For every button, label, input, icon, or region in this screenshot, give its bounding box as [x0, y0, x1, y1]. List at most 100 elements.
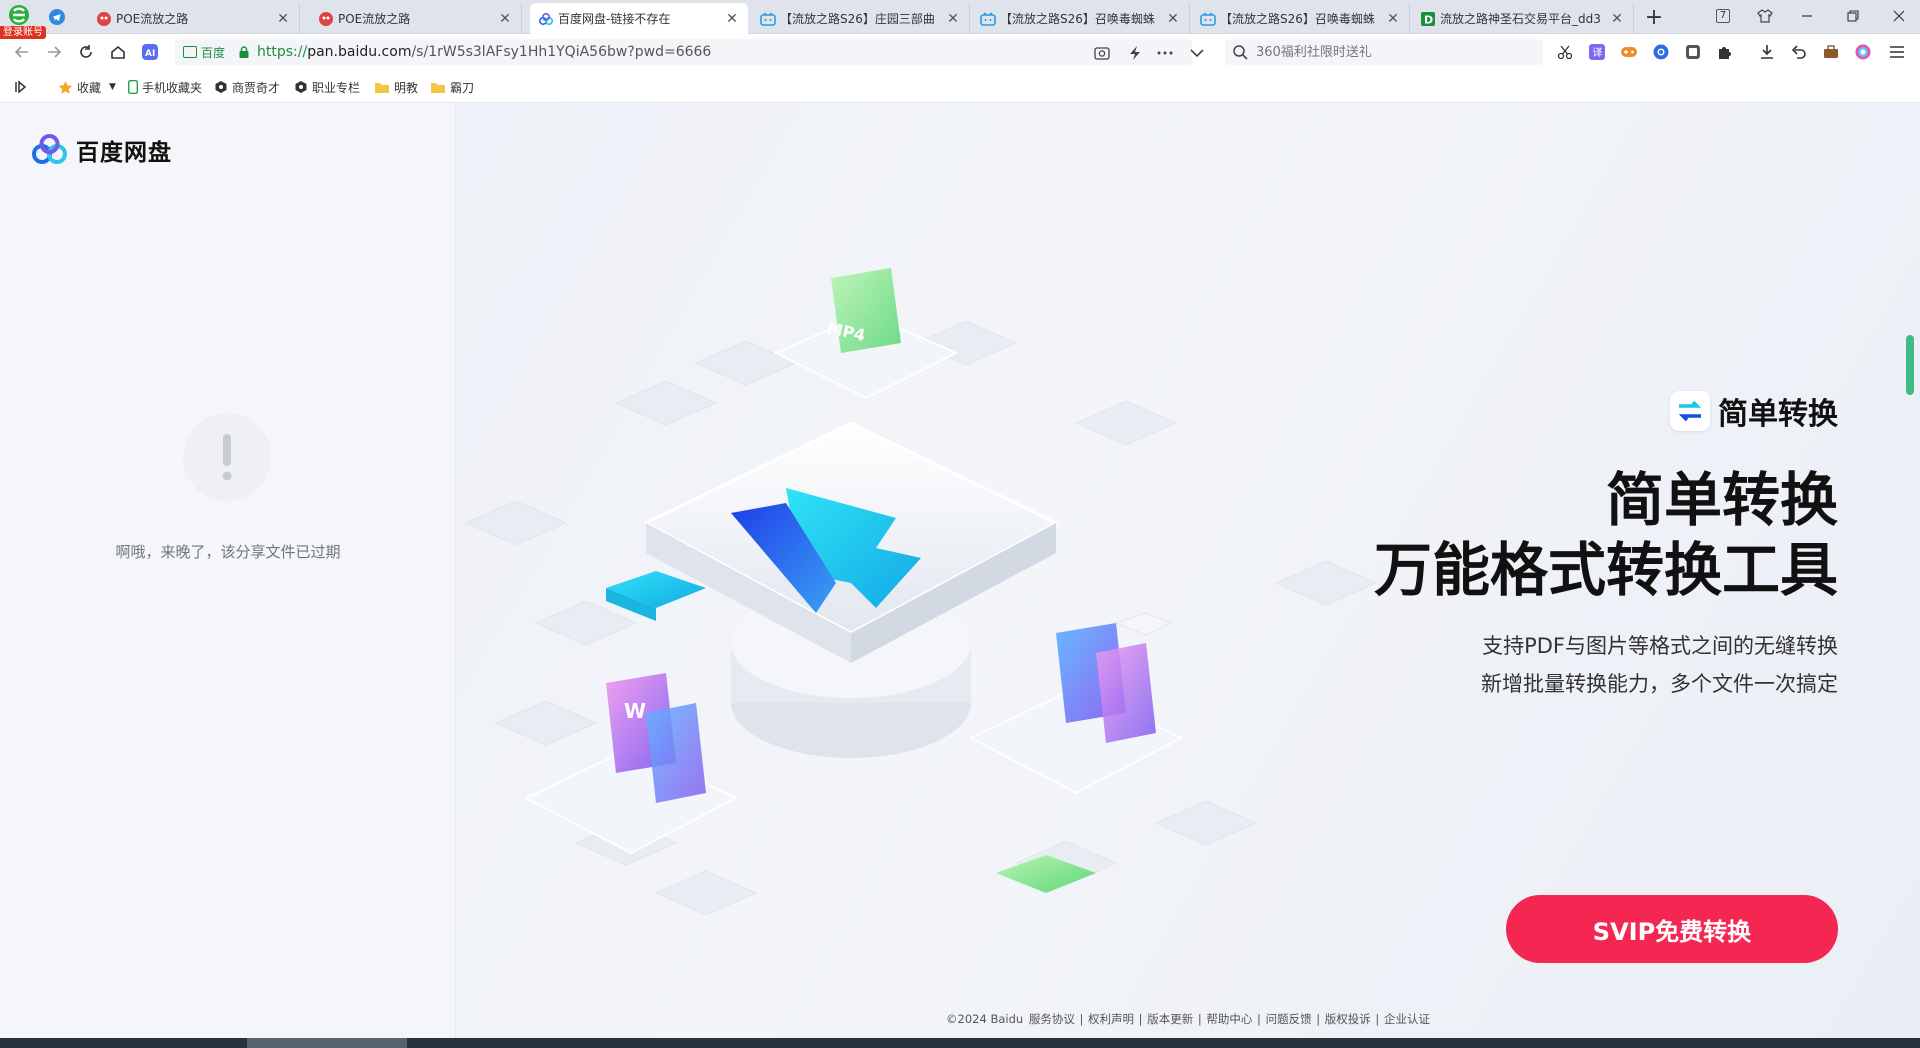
close-tab-icon[interactable]: ✕	[1165, 11, 1181, 27]
baidu-netdisk-logo-icon	[32, 134, 67, 164]
tab-title: POE流放之路	[116, 12, 189, 26]
tab-baidu-netdisk[interactable]: 百度网盘-链接不存在 ✕	[530, 3, 748, 34]
bookmarks-sidebar-toggle-icon[interactable]	[14, 78, 28, 96]
lock-icon[interactable]	[239, 46, 249, 58]
star-icon	[58, 80, 73, 95]
expired-message: 啊哦，来晚了，该分享文件已过期	[115, 543, 341, 561]
bookmark-label: 收藏	[77, 80, 102, 95]
close-tab-icon[interactable]: ✕	[945, 11, 961, 27]
promo-banner: MP4 W 简单转换 简单转换 万能格式转换工具 支持PDF与图片等格式之间的无…	[456, 103, 1920, 1038]
page-footer: ©2024 Baidu 服务协议 | 权利声明 | 版本更新 | 帮助中心 | …	[946, 1012, 1430, 1026]
headline-line-1: 简单转换	[1605, 466, 1838, 534]
hexagon-icon	[294, 80, 308, 94]
new-tab-button[interactable]: +	[1640, 4, 1668, 30]
logo-text: 百度网盘	[76, 140, 172, 166]
side-scroll-indicator[interactable]	[1906, 335, 1914, 395]
close-tab-icon[interactable]: ✕	[1609, 11, 1625, 27]
bookmark-mobile[interactable]: 手机收藏夹	[128, 78, 202, 96]
folder-icon	[374, 81, 390, 94]
certificate-icon	[183, 46, 197, 58]
tab-title: 【流放之路S26】庄园三部曲	[780, 12, 935, 26]
footer-link-rights[interactable]: 权利声明	[1088, 1012, 1134, 1026]
tab-bilibili-1[interactable]: 【流放之路S26】庄园三部曲 ✕	[752, 3, 970, 34]
close-tab-icon[interactable]: ✕	[724, 11, 740, 27]
footer-link-feedback[interactable]: 问题反馈	[1266, 1012, 1312, 1026]
close-window-button[interactable]	[1882, 2, 1916, 30]
close-tab-icon[interactable]: ✕	[275, 11, 291, 27]
certification-label: 百度	[201, 45, 226, 60]
site-certification-badge[interactable]: 百度	[183, 44, 225, 61]
minimize-button[interactable]	[1790, 2, 1824, 30]
promo-badge: 简单转换	[1670, 389, 1838, 433]
reload-button[interactable]	[76, 42, 96, 62]
address-bar[interactable]: 百度 https://pan.baidu.com/s/1rW5s3lAFsy1H…	[175, 39, 1204, 65]
extensions-puzzle-icon[interactable]	[1716, 43, 1734, 61]
ai-assistant-icon[interactable]: AI	[140, 42, 160, 62]
colorful-app-icon[interactable]	[1854, 43, 1872, 61]
gamepad-icon[interactable]	[1620, 43, 1638, 61]
tab-count-button[interactable]: 7	[1706, 2, 1740, 30]
tab-dd373[interactable]: D 流放之路神圣石交易平台_dd3 ✕	[1412, 3, 1634, 34]
sidebar-panel-icon[interactable]	[1684, 43, 1702, 61]
browser-logo-icon[interactable]	[6, 4, 32, 26]
format-conversion-illustration: MP4 W	[464, 268, 1378, 916]
home-button[interactable]	[108, 42, 128, 62]
tab-title: 百度网盘-链接不存在	[558, 12, 671, 26]
bookmark-class-column[interactable]: 职业专栏	[294, 78, 360, 96]
close-tab-icon[interactable]: ✕	[1385, 11, 1401, 27]
footer-link-enterprise[interactable]: 企业认证	[1384, 1012, 1430, 1026]
translate-icon[interactable]: 译	[1588, 43, 1606, 61]
bilibili-icon	[980, 11, 996, 27]
svg-text:AI: AI	[145, 49, 155, 59]
bookmark-folder-mingjiao[interactable]: 明教	[374, 78, 418, 96]
close-tab-icon[interactable]: ✕	[497, 11, 513, 27]
back-button[interactable]	[12, 42, 32, 62]
scissors-icon[interactable]	[1556, 43, 1574, 61]
skin-shirt-icon[interactable]	[1748, 2, 1782, 30]
login-account-tag[interactable]: 登录账号	[0, 26, 46, 39]
telegram-icon[interactable]	[48, 8, 66, 26]
tab-bilibili-2[interactable]: 【流放之路S26】召唤毒蜘蛛 ✕	[972, 3, 1190, 34]
url-text[interactable]: https://pan.baidu.com/s/1rW5s3lAFsy1Hh1Y…	[257, 44, 711, 60]
bookmark-label: 职业专栏	[312, 80, 361, 95]
undo-icon[interactable]	[1790, 43, 1808, 61]
svip-free-convert-button[interactable]: SVIP免费转换	[1506, 895, 1838, 963]
globe-extension-icon[interactable]	[1652, 43, 1670, 61]
tab-count-badge: 7	[1715, 9, 1731, 23]
bookmarks-bar: 收藏 ▼ 手机收藏夹 商贾奇才 职业专栏 明教 霸刀	[0, 70, 1920, 103]
search-box[interactable]	[1225, 39, 1543, 65]
restore-button[interactable]	[1836, 2, 1870, 30]
dd373-icon: D	[1420, 11, 1436, 27]
bookmark-folder-badao[interactable]: 霸刀	[430, 78, 474, 96]
footer-link-terms[interactable]: 服务协议	[1029, 1012, 1075, 1026]
bilibili-icon	[760, 11, 776, 27]
url-path: /s/1rW5s3lAFsy1Hh1YQiA56bw?pwd=6666	[411, 44, 712, 60]
more-icon[interactable]	[1155, 43, 1175, 63]
download-icon[interactable]	[1758, 43, 1776, 61]
tab-poe-1[interactable]: POE流放之路 ✕	[88, 3, 300, 34]
search-input[interactable]	[1256, 44, 1526, 60]
share-status-panel: 百度网盘 啊哦，来晚了，该分享文件已过期	[0, 103, 456, 1038]
tab-poe-2[interactable]: POE流放之路 ✕	[310, 3, 522, 34]
bookmark-label: 手机收藏夹	[142, 80, 203, 95]
footer-link-updates[interactable]: 版本更新	[1147, 1012, 1193, 1026]
bookmark-favorites[interactable]: 收藏 ▼	[58, 78, 116, 96]
navigation-bar: AI 百度 https://pan.baidu.com/s/1rW5s3lAFs…	[0, 34, 1920, 70]
taskbar-active-item[interactable]	[247, 1038, 407, 1048]
forward-button[interactable]	[44, 42, 64, 62]
briefcase-icon[interactable]	[1822, 43, 1840, 61]
tab-strip: 登录账号 POE流放之路 ✕ POE流放之路 ✕ 百度网盘-链接不存在 ✕ 【流…	[0, 0, 1920, 39]
bookmark-merchant[interactable]: 商贾奇才	[214, 78, 280, 96]
screenshot-icon[interactable]	[1093, 43, 1113, 63]
url-host: pan.baidu.com	[307, 44, 412, 60]
caret-down-icon: ▼	[109, 82, 116, 92]
lightning-speed-icon[interactable]	[1125, 43, 1145, 63]
footer-link-copyright-complaint[interactable]: 版权投诉	[1325, 1012, 1371, 1026]
phone-icon	[128, 80, 138, 94]
tab-title: 【流放之路S26】召唤毒蜘蛛	[1000, 12, 1155, 26]
menu-hamburger-icon[interactable]	[1888, 43, 1906, 61]
tab-bilibili-3[interactable]: 【流放之路S26】召唤毒蜘蛛 ✕	[1192, 3, 1410, 34]
baidu-netdisk-logo[interactable]: 百度网盘	[30, 133, 172, 167]
footer-link-help[interactable]: 帮助中心	[1206, 1012, 1252, 1026]
chevron-down-icon[interactable]	[1187, 43, 1207, 63]
